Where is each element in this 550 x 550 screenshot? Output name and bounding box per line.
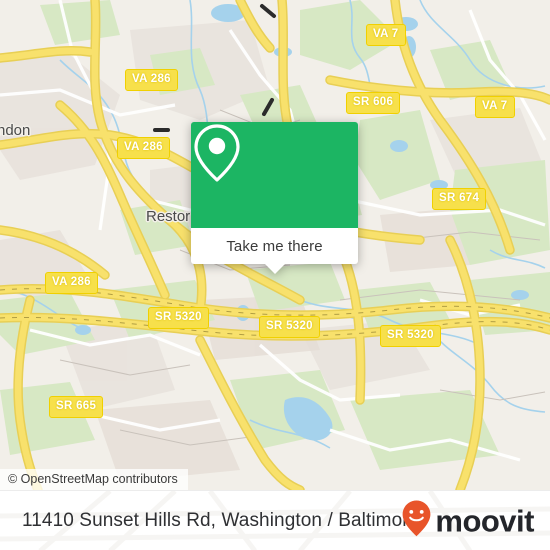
- take-me-there-button[interactable]: Take me there: [191, 228, 358, 274]
- map-canvas[interactable]: rndon Restor VA 286 VA 286 VA 286 VA 7 V…: [0, 0, 550, 490]
- popup-pointer-arrow: [263, 263, 286, 274]
- place-label-herndon: rndon: [0, 122, 31, 139]
- moovit-wordmark: moovit: [435, 503, 534, 539]
- road-shield-va-286-top[interactable]: VA 286: [125, 69, 178, 91]
- address-text: 11410 Sunset Hills Rd, Washington / Balt…: [22, 510, 420, 531]
- road-shield-va-286-lower[interactable]: VA 286: [45, 272, 98, 294]
- road-shield-va-7-right[interactable]: VA 7: [475, 96, 515, 118]
- take-me-there-label: Take me there: [226, 237, 323, 255]
- moovit-map-screen: rndon Restor VA 286 VA 286 VA 286 VA 7 V…: [0, 0, 550, 550]
- road-shield-sr-606[interactable]: SR 606: [346, 92, 401, 114]
- location-popup-card[interactable]: Take me there: [191, 122, 358, 274]
- moovit-pin-icon: [401, 500, 432, 543]
- moovit-logo[interactable]: moovit: [401, 500, 534, 543]
- place-label-reston: Restor: [146, 208, 191, 225]
- road-shield-sr-5320-right[interactable]: SR 5320: [380, 325, 441, 347]
- road-shield-sr-674[interactable]: SR 674: [432, 188, 487, 210]
- road-shield-sr-5320-left[interactable]: SR 5320: [148, 307, 209, 329]
- popup-card-header: [191, 122, 358, 228]
- road-shield-va-286-mid[interactable]: VA 286: [117, 137, 170, 159]
- footer-bar: 11410 Sunset Hills Rd, Washington / Balt…: [0, 490, 550, 550]
- road-shield-sr-665[interactable]: SR 665: [49, 396, 104, 418]
- road-shield-sr-5320-mid[interactable]: SR 5320: [259, 316, 320, 338]
- road-shield-va-7-left[interactable]: VA 7: [366, 24, 406, 46]
- openstreetmap-attribution[interactable]: © OpenStreetMap contributors: [0, 469, 188, 490]
